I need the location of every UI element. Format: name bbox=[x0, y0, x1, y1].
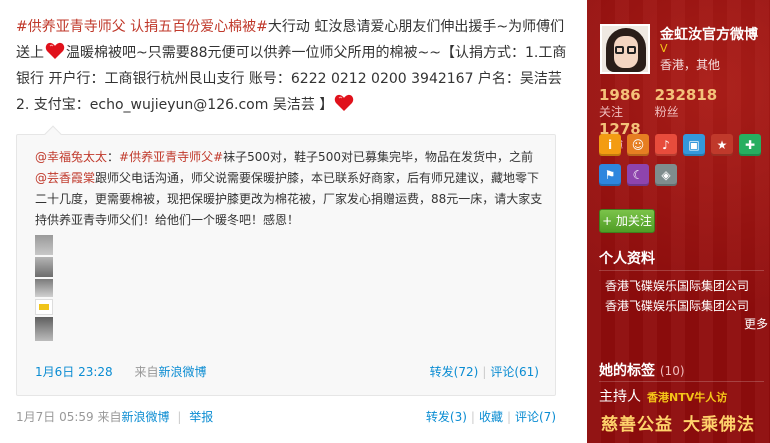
stat-label: 粉丝 bbox=[654, 105, 679, 119]
tag-ntv[interactable]: 香港NTV牛人访 bbox=[647, 391, 727, 404]
glasses-icon bbox=[627, 46, 636, 54]
repost-text-part1: 袜子500对，鞋子500对已募集完毕，物品在发货中，之前 bbox=[223, 150, 533, 164]
mobile-medal-icon[interactable]: ▣ bbox=[683, 134, 705, 156]
post-via-prefix: 来自 bbox=[97, 410, 122, 424]
repost-date-link[interactable]: 1月6日 23:28 bbox=[35, 365, 113, 379]
divider: | bbox=[177, 410, 182, 424]
repost-author-link[interactable]: @幸福兔太太 bbox=[35, 150, 107, 164]
repost-comment-link[interactable]: 评论(61) bbox=[490, 365, 539, 379]
post-footer: 1月7日 05:59 来自新浪微博 | 举报 转发(3) | 收藏 | 评论(7) bbox=[16, 408, 556, 425]
moon-medal-icon[interactable]: ☾ bbox=[627, 164, 649, 186]
tag-buddhism[interactable]: 大乘佛法 bbox=[683, 415, 755, 435]
mic-medal-icon[interactable]: ♪ bbox=[655, 134, 677, 156]
tags-title: 她的标签 bbox=[599, 363, 655, 379]
thumbnail-image[interactable] bbox=[35, 235, 53, 255]
post-source-link[interactable]: 新浪微博 bbox=[122, 410, 170, 424]
profile-company[interactable]: 香港飞碟娱乐国际集团公司 bbox=[605, 297, 749, 314]
profile-name[interactable]: 金虹汝官方微博 bbox=[660, 24, 758, 44]
comment-link[interactable]: 评论(7) bbox=[515, 410, 556, 424]
divider: | bbox=[482, 365, 487, 379]
thumbnail-image[interactable] bbox=[35, 257, 53, 277]
repost-text-part2: 跟师父电话沟通，师父说需要保暖护膝，本已联系好商家，后有师兄建议，藏地零下二十几… bbox=[35, 171, 543, 227]
stat-number: 232818 bbox=[654, 86, 718, 104]
feed-main: #供养亚青寺师父 认捐五百份爱心棉被#大行动 虹汝恳请爱心朋友们伸出援手~为师傅… bbox=[0, 0, 587, 443]
repost-source-link[interactable]: 新浪微博 bbox=[159, 365, 207, 379]
heart-icon bbox=[45, 42, 65, 60]
tags-section-title: 她的标签 (10) bbox=[599, 360, 685, 380]
tiger-medal-icon[interactable]: ☺ bbox=[627, 134, 649, 156]
repost-pointer bbox=[44, 125, 62, 143]
reposted-weibo: @幸福兔太太：#供养亚青寺师父#袜子500对，鞋子500对已募集完毕，物品在发货… bbox=[16, 125, 556, 396]
forward-link[interactable]: 转发(3) bbox=[426, 410, 467, 424]
repost-content: @幸福兔太太：#供养亚青寺师父#袜子500对，鞋子500对已募集完毕，物品在发货… bbox=[35, 147, 545, 231]
stat-following[interactable]: 1986 关注 bbox=[599, 86, 641, 120]
star-medal-icon[interactable]: ★ bbox=[711, 134, 733, 156]
box-medal-icon[interactable]: ◈ bbox=[655, 164, 677, 186]
tag-row: 主持人 香港NTV牛人访 bbox=[599, 386, 727, 406]
tag-charity[interactable]: 慈善公益 bbox=[601, 415, 673, 435]
divider bbox=[599, 270, 764, 271]
divider bbox=[599, 381, 764, 382]
medal-icons: i ☺ ♪ ▣ ★ ✚ ⚑ ☾ ◈ bbox=[599, 134, 769, 194]
post-content: #供养亚青寺师父 认捐五百份爱心棉被#大行动 虹汝恳请爱心朋友们伸出援手~为师傅… bbox=[16, 14, 571, 118]
stat-fans[interactable]: 232818 粉丝 bbox=[655, 86, 718, 120]
verified-icon: V bbox=[660, 42, 668, 55]
image-thumbnails[interactable] bbox=[35, 235, 53, 343]
stat-label: 关注 bbox=[599, 105, 624, 119]
stat-number: 1986 bbox=[599, 86, 641, 104]
repost-via-prefix: 来自 bbox=[134, 365, 159, 379]
thumbnail-image[interactable] bbox=[35, 299, 53, 315]
repost-source: 来自新浪微博 bbox=[135, 365, 207, 379]
favorite-link[interactable]: 收藏 bbox=[479, 410, 503, 424]
profile-section-title: 个人资料 bbox=[599, 251, 655, 267]
heart-icon bbox=[334, 94, 354, 112]
thumbnail-image[interactable] bbox=[35, 279, 53, 297]
glasses-icon bbox=[615, 46, 624, 54]
profile-sidebar: 金虹汝官方微博 V 香港，其他 1986关注 232818粉丝 1278微博 i… bbox=[587, 0, 770, 443]
repost-actions: 转发(72) | 评论(61) bbox=[430, 363, 539, 380]
info-medal-icon[interactable]: i bbox=[599, 134, 621, 156]
tag-host[interactable]: 主持人 bbox=[599, 389, 641, 405]
more-link[interactable]: 更多 bbox=[744, 315, 768, 332]
repost-sep: ： bbox=[107, 150, 120, 164]
profile-location: 香港，其他 bbox=[660, 58, 721, 72]
repost-forward-link[interactable]: 转发(72) bbox=[430, 365, 479, 379]
divider: | bbox=[470, 410, 475, 424]
post-text-part2: 温暖棉被吧~只需要88元便可以供养一位师父所用的棉被~~【认捐方式：1.工商银行… bbox=[16, 45, 567, 113]
report-link[interactable]: 举报 bbox=[189, 410, 213, 424]
repost-footer: 1月6日 23:28 来自新浪微博 转发(72) | 评论(61) bbox=[35, 363, 539, 380]
repost-mention-link[interactable]: @芸香霞棠 bbox=[35, 171, 95, 185]
thumbnail-image[interactable] bbox=[35, 317, 53, 341]
gift-medal-icon[interactable]: ✚ bbox=[739, 134, 761, 156]
post-time: 1月7日 05:59 bbox=[16, 410, 94, 424]
avatar[interactable] bbox=[600, 24, 650, 74]
post-topic-link[interactable]: #供养亚青寺师父 认捐五百份爱心棉被# bbox=[16, 19, 268, 35]
tag-row: 慈善公益 大乘佛法 bbox=[601, 410, 765, 435]
follow-button[interactable]: + 加关注 bbox=[599, 209, 655, 233]
flag-medal-icon[interactable]: ⚑ bbox=[599, 164, 621, 186]
repost-topic-link[interactable]: #供养亚青寺师父# bbox=[119, 150, 223, 164]
tags-count: (10) bbox=[659, 364, 685, 378]
divider: | bbox=[506, 410, 511, 424]
profile-company[interactable]: 香港飞碟娱乐国际集团公司 bbox=[605, 277, 749, 294]
post-actions: 转发(3) | 收藏 | 评论(7) bbox=[426, 408, 556, 425]
